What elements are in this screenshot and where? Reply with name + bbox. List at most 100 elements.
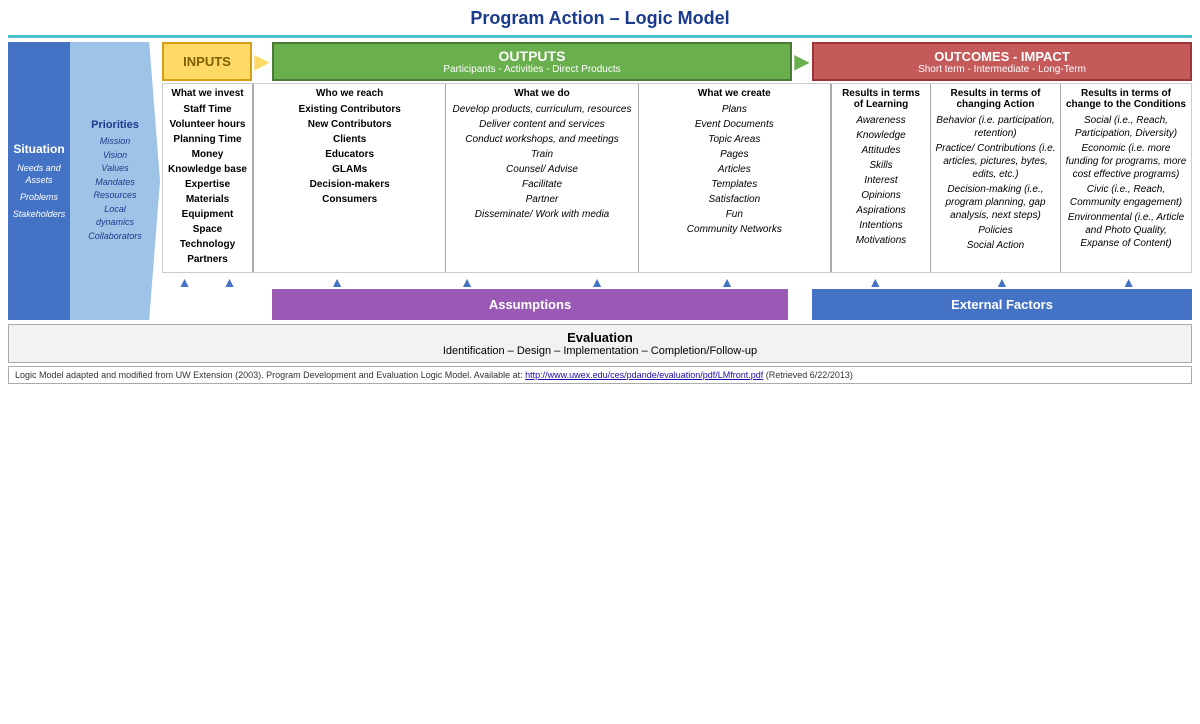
outcomes-label: OUTCOMES - IMPACT <box>934 49 1070 64</box>
up-arrow-3: ▲ <box>330 274 344 288</box>
situation-needs: Needs andAssets <box>17 162 61 187</box>
longterm-col-header: Results in terms of change to the Condit… <box>1065 88 1187 110</box>
arrow-cells-inputs: ▲ ▲ <box>162 274 252 288</box>
up-arrow-9: ▲ <box>1122 274 1136 288</box>
evaluation-box: Evaluation Identification – Design – Imp… <box>8 324 1192 363</box>
page-title: Program Action – Logic Model <box>8 8 1192 29</box>
bottom-spacer-left <box>162 289 252 320</box>
st-item-2: Knowledge <box>836 129 926 142</box>
st-item-3: Attitudes <box>836 144 926 157</box>
st-item-7: Aspirations <box>836 204 926 217</box>
act-item-2: Deliver content and services <box>450 118 633 131</box>
prod-item-6: Templates <box>643 178 826 191</box>
assumptions-label: Assumptions <box>489 297 571 312</box>
col-intermediate: Results in terms of changing Action Beha… <box>931 84 1061 272</box>
eval-title: Evaluation <box>14 330 1186 345</box>
part-item-3: Clients <box>258 133 441 146</box>
act-item-5: Counsel/ Advise <box>450 163 633 176</box>
prod-item-2: Event Documents <box>643 118 826 131</box>
part-item-7: Consumers <box>258 193 441 206</box>
activities-col-header: What we do <box>450 88 633 99</box>
situation-col: Situation Needs andAssets Problems Stake… <box>8 42 70 320</box>
col-inputs: What we invest Staff Time Volunteer hour… <box>163 84 253 272</box>
assumptions-block: Assumptions <box>272 289 788 320</box>
up-arrow-1: ▲ <box>178 274 192 288</box>
main-content: INPUTS OUTPUTS Participants - Activities… <box>162 42 1192 320</box>
st-item-6: Opinions <box>836 189 926 202</box>
part-item-2: New Contributors <box>258 118 441 131</box>
int-item-2: Practice/ Contributions (i.e. articles, … <box>935 142 1056 181</box>
footer-text: Logic Model adapted and modified from UW… <box>15 370 525 380</box>
lt-item-1: Social (i.e., Reach, Participation, Dive… <box>1065 114 1187 140</box>
col-longterm: Results in terms of change to the Condit… <box>1061 84 1191 272</box>
left-section: Situation Needs andAssets Problems Stake… <box>8 42 160 320</box>
page-wrapper: Program Action – Logic Model Situation N… <box>0 0 1200 392</box>
arrow-spacer <box>792 274 812 288</box>
prio-collaborators: Collaborators <box>88 230 142 244</box>
lt-item-2: Economic (i.e. more funding for programs… <box>1065 142 1187 181</box>
inputs-item-9: Space <box>167 223 248 236</box>
part-item-6: Decision-makers <box>258 178 441 191</box>
inputs-header: INPUTS <box>162 42 252 81</box>
inputs-item-2: Volunteer hours <box>167 118 248 131</box>
part-item-1: Existing Contributors <box>258 103 441 116</box>
situation-label: Situation <box>13 142 64 156</box>
bottom-spacer-arrow1 <box>252 289 272 320</box>
priorities-col: Priorities Mission Vision Values Mandate… <box>70 42 160 320</box>
int-item-3: Decision-making (i.e., program planning,… <box>935 183 1056 222</box>
act-item-3: Conduct workshops, and meetings <box>450 133 633 146</box>
inputs-item-3: Planning Time <box>167 133 248 146</box>
prio-local: Localdynamics <box>96 203 134 230</box>
act-item-8: Disseminate/ Work with media <box>450 208 633 221</box>
inputs-item-4: Money <box>167 148 248 161</box>
act-item-7: Partner <box>450 193 633 206</box>
int-item-5: Social Action <box>935 239 1056 252</box>
col-participants: Who we reach Existing Contributors New C… <box>253 84 446 272</box>
prio-mandates: Mandates <box>95 176 135 190</box>
inputs-label: INPUTS <box>183 54 231 69</box>
int-item-4: Policies <box>935 224 1056 237</box>
prod-item-5: Articles <box>643 163 826 176</box>
top-section: Situation Needs andAssets Problems Stake… <box>8 42 1192 320</box>
outputs-label: OUTPUTS <box>499 48 566 64</box>
outputs-header: OUTPUTS Participants - Activities - Dire… <box>272 42 792 81</box>
inputs-item-5: Knowledge base <box>167 163 248 176</box>
st-item-9: Motivations <box>836 234 926 247</box>
prio-resources: Resources <box>93 189 136 203</box>
prod-item-8: Fun <box>643 208 826 221</box>
int-item-1: Behavior (i.e. participation, retention) <box>935 114 1056 140</box>
external-factors-block: External Factors <box>812 289 1192 320</box>
up-arrow-5: ▲ <box>590 274 604 288</box>
st-item-5: Interest <box>836 174 926 187</box>
prod-item-9: Community Networks <box>643 223 826 236</box>
intermediate-col-header: Results in terms of changing Action <box>935 88 1056 110</box>
headers-row: INPUTS OUTPUTS Participants - Activities… <box>162 42 1192 81</box>
col-activities: What we do Develop products, curriculum,… <box>446 84 638 272</box>
inputs-col-header: What we invest <box>167 88 248 99</box>
part-item-5: GLAMs <box>258 163 441 176</box>
footer-link[interactable]: http://www.uwex.edu/ces/pdande/evaluatio… <box>525 370 763 380</box>
shortterm-col-header: Results in terms of Learning <box>836 88 926 110</box>
arrow-to-outputs <box>252 42 272 81</box>
arrow-cells-outputs: ▲ ▲ ▲ ▲ <box>272 274 792 288</box>
situation-stakeholders: Stakeholders <box>13 208 66 221</box>
lt-item-4: Environmental (i.e., Article and Photo Q… <box>1065 211 1187 250</box>
outcomes-sub: Short term - Intermediate - Long-Term <box>918 64 1086 75</box>
eval-sub: Identification – Design – Implementation… <box>14 345 1186 357</box>
columns-body: What we invest Staff Time Volunteer hour… <box>162 83 1192 273</box>
act-item-6: Facilitate <box>450 178 633 191</box>
footer-box: Logic Model adapted and modified from UW… <box>8 366 1192 384</box>
outcomes-header: OUTCOMES - IMPACT Short term - Intermedi… <box>812 42 1192 81</box>
up-arrows-row: ▲ ▲ ▲ ▲ ▲ ▲ ▲ ▲ ▲ <box>162 274 1192 288</box>
bottom-bars: Assumptions External Factors <box>162 289 1192 320</box>
bottom-spacer-arrow2 <box>792 289 812 320</box>
prod-item-1: Plans <box>643 103 826 116</box>
external-factors-label: External Factors <box>951 297 1053 312</box>
teal-divider <box>8 35 1192 38</box>
inputs-item-11: Partners <box>167 253 248 266</box>
prod-item-7: Satisfaction <box>643 193 826 206</box>
inputs-item-8: Equipment <box>167 208 248 221</box>
products-col-header: What we create <box>643 88 826 99</box>
prio-mission: Mission <box>100 135 131 149</box>
up-arrow-6: ▲ <box>720 274 734 288</box>
